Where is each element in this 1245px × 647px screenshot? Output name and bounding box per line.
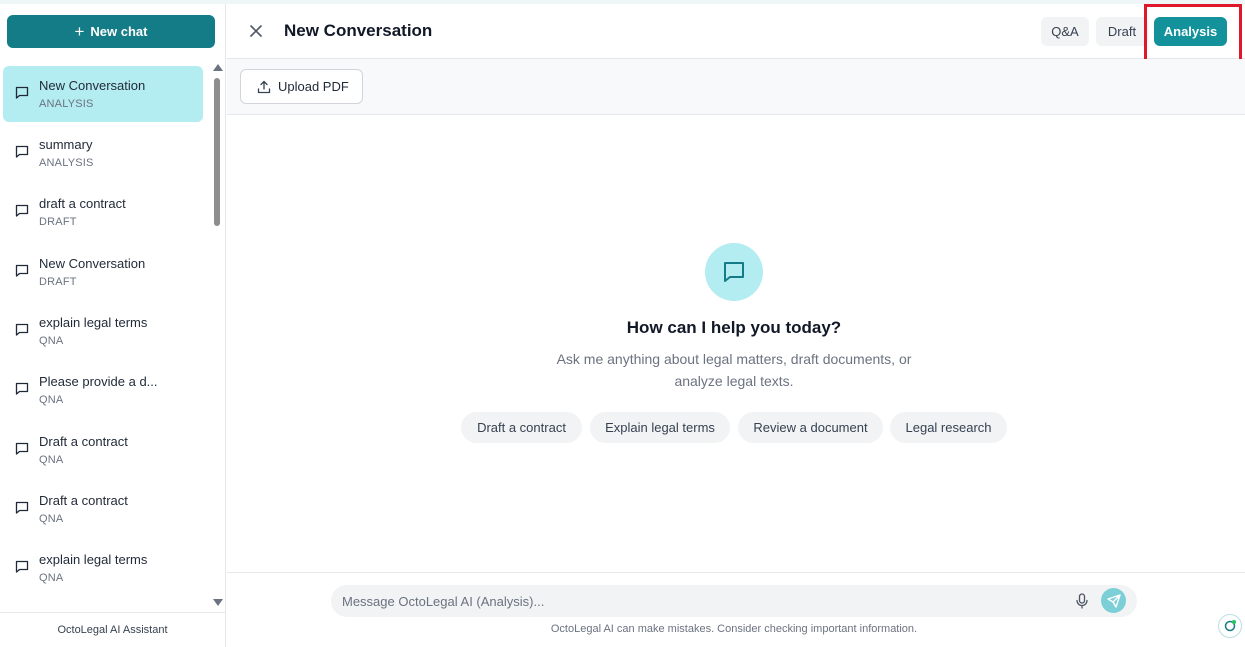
send-icon [1106, 593, 1121, 608]
chat-bubble-icon [15, 560, 29, 573]
chat-bubble-icon [15, 264, 29, 277]
empty-state-subtitle-line: Ask me anything about legal matters, dra… [556, 351, 912, 367]
conversation-item[interactable]: draft a contract DRAFT [3, 184, 203, 240]
mode-analysis-button[interactable]: Analysis [1154, 17, 1227, 46]
conversation-type: ANALYSIS [39, 98, 94, 110]
conversation-title: Draft a contract [39, 434, 128, 449]
upload-pdf-label: Upload PDF [278, 79, 349, 94]
empty-state-title: How can I help you today? [626, 318, 842, 337]
conversation-item[interactable]: Please provide a d... QNA [3, 362, 203, 418]
conversation-title: explain legal terms [39, 552, 148, 567]
conversation-title: explain legal terms [39, 315, 148, 330]
conversation-list: New Conversation ANALYSIS summary ANALYS… [0, 62, 212, 610]
conversation-title-heading: New Conversation [284, 21, 433, 40]
upload-icon [257, 80, 271, 93]
scroll-thumb[interactable] [214, 78, 220, 226]
conversation-type: QNA [39, 394, 64, 406]
conversation-item[interactable]: explain legal terms QNA [3, 540, 203, 596]
conversation-type: QNA [39, 513, 64, 525]
chat-bubble-icon [15, 382, 29, 395]
suggestion-chip[interactable]: Explain legal terms [590, 412, 730, 443]
conversation-item[interactable]: New Conversation DRAFT [3, 244, 203, 300]
microphone-icon[interactable] [1075, 593, 1089, 609]
conversation-type: DRAFT [39, 276, 77, 288]
chat-bubble-icon [15, 145, 29, 158]
conversation-item[interactable]: explain legal terms QNA [3, 303, 203, 359]
chat-header: New Conversation Q&A Draft Analysis [227, 4, 1245, 62]
conversation-item[interactable]: summary ANALYSIS [3, 125, 203, 181]
conversation-item[interactable]: Draft a contract QNA [3, 422, 203, 478]
conversation-title: New Conversation [39, 256, 146, 271]
conversation-type: ANALYSIS [39, 157, 94, 169]
send-button[interactable] [1101, 588, 1126, 613]
chat-bubble-icon [15, 323, 29, 336]
plus-icon: + [74, 22, 85, 41]
conversation-title: Please provide a d... [39, 374, 158, 389]
empty-state-subtitle-line: analyze legal texts. [674, 373, 794, 389]
document-toolbar: Upload PDF [227, 59, 1245, 115]
conversation-type: QNA [39, 454, 64, 466]
disclaimer-text: OctoLegal AI can make mistakes. Consider… [550, 623, 918, 635]
new-chat-label: New chat [90, 24, 148, 39]
mode-qa-button[interactable]: Q&A [1041, 17, 1089, 46]
message-input[interactable] [331, 585, 1137, 617]
conversation-type: QNA [39, 335, 64, 347]
conversation-title: summary [39, 137, 93, 152]
suggestion-chip[interactable]: Legal research [890, 412, 1007, 443]
new-chat-button[interactable]: + New chat [7, 15, 215, 48]
scroll-up-arrow-icon[interactable] [213, 64, 223, 71]
sidebar-scrollbar[interactable] [212, 62, 224, 610]
message-composer: OctoLegal AI can make mistakes. Consider… [227, 572, 1245, 647]
mode-draft-button[interactable]: Draft [1096, 17, 1148, 46]
suggestion-chip[interactable]: Review a document [738, 412, 883, 443]
chat-bubble-icon [705, 243, 763, 301]
conversation-type: DRAFT [39, 216, 77, 228]
extension-widget-icon[interactable] [1218, 614, 1242, 638]
chat-bubble-icon [15, 501, 29, 514]
chat-bubble-icon [15, 86, 29, 99]
scroll-down-arrow-icon[interactable] [213, 599, 223, 606]
conversation-title: Draft a contract [39, 493, 128, 508]
chat-bubble-icon [15, 442, 29, 455]
conversation-title: draft a contract [39, 196, 126, 211]
empty-state-subtitle: Ask me anything about legal matters, dra… [524, 348, 944, 392]
suggestion-chip[interactable]: Draft a contract [461, 412, 582, 443]
upload-pdf-button[interactable]: Upload PDF [240, 69, 363, 104]
conversation-item[interactable]: New Conversation ANALYSIS [3, 66, 203, 122]
close-icon[interactable] [247, 22, 265, 40]
chat-bubble-icon [15, 204, 29, 217]
conversation-title: New Conversation [39, 78, 146, 93]
conversation-item[interactable]: Draft a contract QNA [3, 481, 203, 537]
sidebar-footer: OctoLegal AI Assistant [0, 612, 225, 647]
conversation-type: QNA [39, 572, 64, 584]
sidebar: + New chat New Conversation ANALYSIS sum… [0, 4, 226, 647]
